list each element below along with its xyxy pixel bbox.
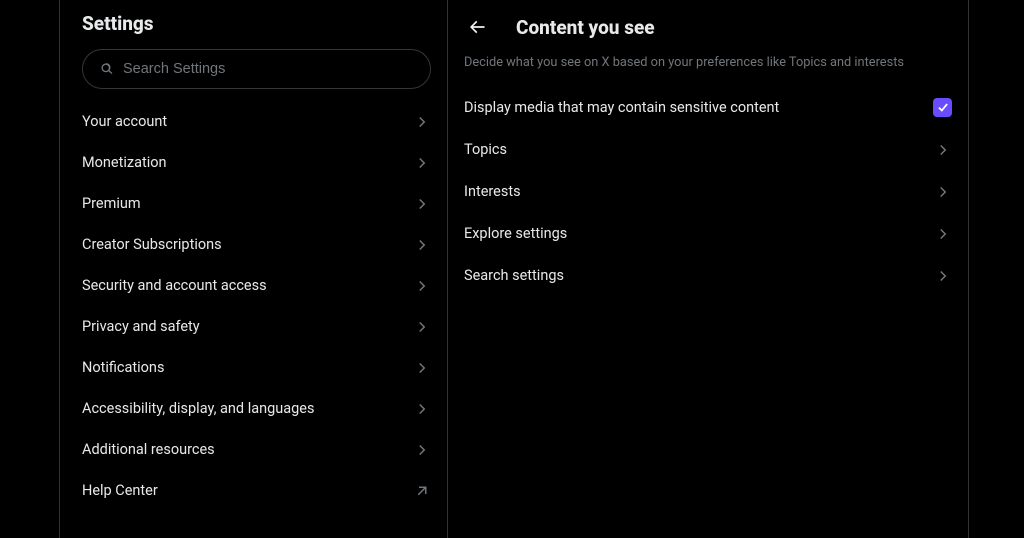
sidebar-item-your-account[interactable]: Your account — [60, 101, 447, 142]
content-column: Content you see Decide what you see on X… — [448, 0, 969, 538]
sidebar-item-label: Security and account access — [82, 277, 267, 294]
chevron-right-icon — [934, 225, 952, 243]
chevron-right-icon — [413, 277, 431, 295]
right-rail-spacer — [969, 0, 1024, 538]
content-title: Content you see — [516, 16, 655, 39]
content-row-topics[interactable]: Topics — [448, 129, 968, 171]
chevron-right-icon — [413, 154, 431, 172]
sensitive-media-checkbox[interactable] — [933, 98, 952, 117]
sidebar-item-creator-subscriptions[interactable]: Creator Subscriptions — [60, 224, 447, 265]
settings-column: Settings Your account Monetization Premi… — [60, 0, 448, 538]
sidebar-item-label: Creator Subscriptions — [82, 236, 222, 253]
chevron-right-icon — [413, 113, 431, 131]
arrow-left-icon — [467, 17, 487, 37]
sidebar-item-privacy-safety[interactable]: Privacy and safety — [60, 306, 447, 347]
back-button[interactable] — [460, 10, 494, 44]
chevron-right-icon — [413, 318, 431, 336]
sensitive-media-toggle-row[interactable]: Display media that may contain sensitive… — [448, 86, 968, 129]
sidebar-item-label: Your account — [82, 113, 167, 130]
content-description: Decide what you see on X based on your p… — [448, 52, 968, 86]
content-row-interests[interactable]: Interests — [448, 171, 968, 213]
sidebar-item-label: Accessibility, display, and languages — [82, 400, 314, 417]
sidebar-item-accessibility[interactable]: Accessibility, display, and languages — [60, 388, 447, 429]
chevron-right-icon — [934, 267, 952, 285]
settings-list: Your account Monetization Premium Creato… — [60, 95, 447, 511]
settings-title: Settings — [60, 0, 447, 45]
sidebar-item-label: Help Center — [82, 482, 158, 499]
content-row-label: Topics — [464, 141, 507, 158]
content-row-search-settings[interactable]: Search settings — [448, 255, 968, 297]
content-header: Content you see — [448, 0, 968, 52]
chevron-right-icon — [934, 183, 952, 201]
sidebar-item-label: Monetization — [82, 154, 167, 171]
chevron-right-icon — [413, 441, 431, 459]
search-settings-input-wrap[interactable] — [82, 49, 431, 89]
search-container — [60, 45, 447, 95]
chevron-right-icon — [413, 359, 431, 377]
external-link-icon — [413, 482, 431, 500]
search-settings-input[interactable] — [123, 61, 414, 77]
content-row-explore-settings[interactable]: Explore settings — [448, 213, 968, 255]
sidebar-item-monetization[interactable]: Monetization — [60, 142, 447, 183]
left-rail-spacer — [0, 0, 60, 538]
sidebar-item-label: Notifications — [82, 359, 164, 376]
sidebar-item-premium[interactable]: Premium — [60, 183, 447, 224]
sidebar-item-label: Privacy and safety — [82, 318, 200, 335]
sidebar-item-help-center[interactable]: Help Center — [60, 470, 447, 511]
content-row-label: Explore settings — [464, 225, 567, 242]
chevron-right-icon — [413, 400, 431, 418]
content-row-label: Search settings — [464, 267, 564, 284]
sensitive-media-label: Display media that may contain sensitive… — [464, 99, 779, 116]
content-row-label: Interests — [464, 183, 521, 200]
sidebar-item-label: Additional resources — [82, 441, 215, 458]
sidebar-item-notifications[interactable]: Notifications — [60, 347, 447, 388]
sidebar-item-additional-resources[interactable]: Additional resources — [60, 429, 447, 470]
chevron-right-icon — [934, 141, 952, 159]
chevron-right-icon — [413, 236, 431, 254]
chevron-right-icon — [413, 195, 431, 213]
sidebar-item-security[interactable]: Security and account access — [60, 265, 447, 306]
search-icon — [99, 61, 115, 77]
sidebar-item-label: Premium — [82, 195, 141, 212]
check-icon — [936, 100, 950, 114]
